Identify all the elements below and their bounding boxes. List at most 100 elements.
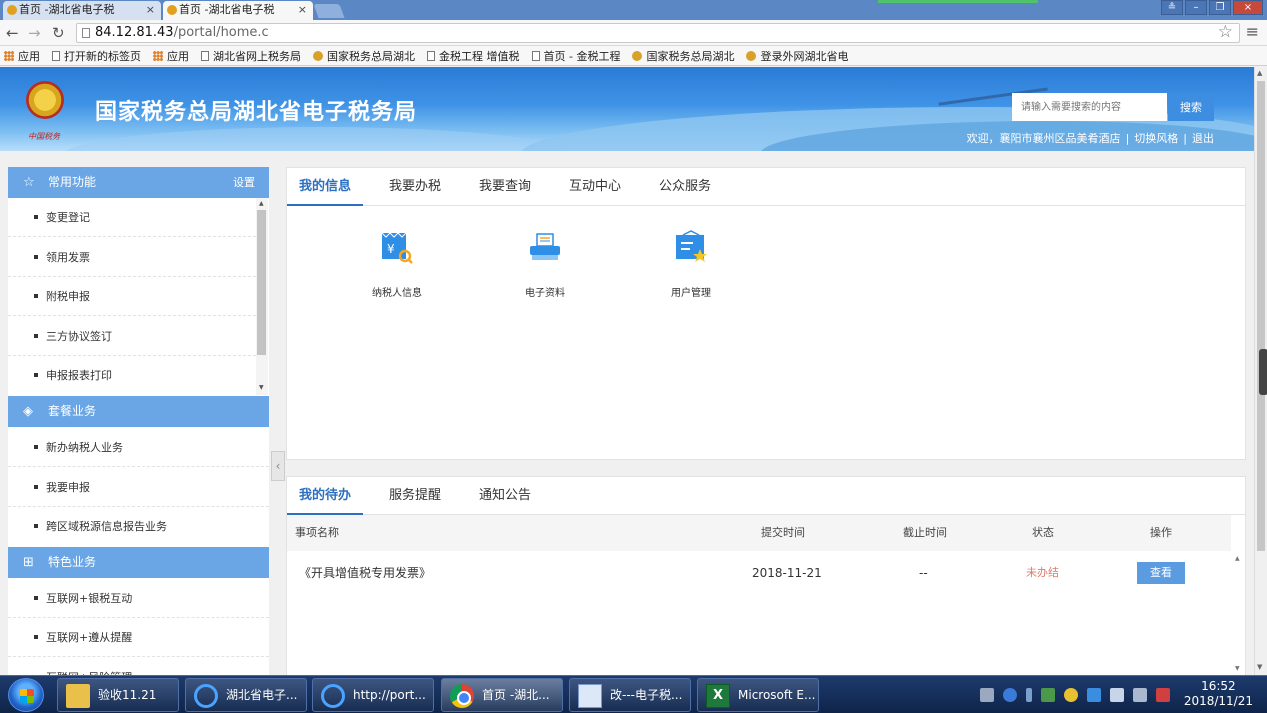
sidebar-item-report-print[interactable]: 申报报表打印 [8,356,256,395]
sidebar-item-compliance-reminder[interactable]: 互联网+遵从提醒 [8,618,269,657]
bookmark-item[interactable]: 国家税务总局湖北 [632,48,734,64]
menu-icon[interactable]: ≡ [1246,22,1259,41]
reload-icon[interactable]: ↻ [52,24,65,42]
sidebar-item-cross-region-report[interactable]: 跨区域税源信息报告业务 [8,507,269,546]
tab-public-service[interactable]: 公众服务 [645,168,725,206]
minimize-icon[interactable]: – [1185,0,1207,15]
taskbar-item-excel[interactable]: X Microsoft E... [697,678,819,712]
back-icon[interactable]: ← [6,24,19,42]
bookmark-item[interactable]: 金税工程 增值税 [427,48,520,64]
search-input[interactable] [1012,93,1167,121]
start-button[interactable] [8,678,44,712]
keyboard-icon[interactable] [980,688,994,702]
view-button[interactable]: 查看 [1137,562,1185,584]
settings-link[interactable]: 设置 [233,167,255,198]
switch-style-link[interactable]: 切换风格 [1134,132,1178,145]
svg-text:¥: ¥ [387,242,395,256]
scroll-up-icon[interactable]: ▲ [1235,555,1240,562]
tab-my-todo[interactable]: 我的待办 [287,477,363,515]
tab-tax-handling[interactable]: 我要办税 [375,168,455,206]
bookmark-item[interactable]: 首页 - 金税工程 [531,48,620,64]
sidebar-item-declare[interactable]: 我要申报 [8,468,269,507]
side-grip-handle[interactable] [1259,349,1267,395]
tab-my-info[interactable]: 我的信息 [287,168,363,206]
sidebar-item-new-taxpayer[interactable]: 新办纳税人业务 [8,428,269,467]
taskbar-item-chrome[interactable]: 首页 -湖北... [441,678,563,712]
url-input[interactable]: 84.12.81.43/portal/home.c [76,23,1240,43]
flag-icon[interactable] [1156,688,1170,702]
scroll-up-icon[interactable]: ▲ [1257,69,1262,77]
sidebar-item-tripartite-agreement[interactable]: 三方协议签订 [8,317,256,356]
page-scrollbar[interactable]: ▲ ▼ [1254,67,1267,675]
taskbar-item-folder[interactable]: 验收11.21 [57,678,179,712]
new-tab-button[interactable] [313,4,345,18]
sidebar-section-common[interactable]: ☆ 常用功能 设置 [8,167,269,198]
sidebar-item-surtax-declaration[interactable]: 附税申报 [8,277,256,316]
app-label[interactable]: 用户管理 [651,284,731,299]
scrollbar-thumb[interactable] [257,210,266,355]
sidebar-section-package[interactable]: ◈ 套餐业务 [8,396,269,427]
scroll-down-icon[interactable]: ▼ [259,384,264,391]
sidebar-item-risk-management[interactable]: 互联网+风险管理 [8,658,269,675]
e-document-icon[interactable] [527,229,563,265]
scroll-down-icon[interactable]: ▼ [1257,663,1262,671]
volume-icon[interactable] [1110,688,1124,702]
restore-icon[interactable]: ❐ [1209,0,1231,15]
bookmark-item[interactable]: 应用 [4,48,40,64]
apps-icon [153,50,163,61]
taskbar-item-word[interactable]: 改---电子税... [569,678,691,712]
collapse-sidebar-button[interactable]: ‹ [271,451,285,481]
shield-icon[interactable] [1087,688,1101,702]
page-icon [427,50,435,61]
bookmark-item[interactable]: 国家税务总局湖北 [313,48,415,64]
scrollbar-thumb[interactable] [1257,81,1265,551]
taskbar-item-ie-1[interactable]: 湖北省电子... [185,678,307,712]
help-icon[interactable] [1003,688,1017,702]
tab-service-reminder[interactable]: 服务提醒 [375,477,455,515]
sidebar-item-bank-tax-interaction[interactable]: 互联网+银税互动 [8,579,269,618]
window-close-icon[interactable]: × [1233,0,1263,15]
bookmark-star-icon[interactable]: ☆ [1218,22,1233,42]
scroll-down-icon[interactable]: ▼ [1235,665,1240,672]
browser-tab-2[interactable]: 首页 -湖北省电子税 × [163,1,313,20]
scroll-up-icon[interactable]: ▲ [259,200,264,207]
app-label[interactable]: 电子资料 [505,284,585,299]
sidebar-scrollbar[interactable]: ▲ ▼ [256,198,268,395]
taskbar-item-ie-2[interactable]: http://port... [312,678,434,712]
bookmark-item[interactable]: 应用 [153,48,189,64]
display-icon[interactable] [1133,688,1147,702]
close-tab-icon[interactable]: × [298,1,307,19]
clock[interactable]: 16:52 2018/11/21 [1184,679,1253,709]
tab-notice[interactable]: 通知公告 [465,477,545,515]
network-status-icon[interactable] [1064,688,1078,702]
clock-time: 16:52 [1201,679,1236,693]
taxpayer-info-icon[interactable]: ¥ [379,229,415,265]
page-icon [531,50,540,61]
user-icon[interactable]: ≗ [1161,0,1183,15]
todo-scrollbar[interactable]: ▲ ▼ [1233,553,1245,675]
logout-link[interactable]: 退出 [1192,132,1214,145]
sidebar-section-featured[interactable]: ⊞ 特色业务 [8,547,269,578]
sidebar-item-invoice-collection[interactable]: 领用发票 [8,238,256,277]
bookmark-item[interactable]: 登录外网湖北省电 [746,48,848,64]
page-icon [82,28,90,38]
bookmark-item[interactable]: 打开新的标签页 [52,48,141,64]
forward-icon[interactable]: → [28,24,41,42]
user-management-icon[interactable] [673,229,709,265]
site-title: 国家税务总局湖北省电子税务局 [95,100,418,125]
close-tab-icon[interactable]: × [146,1,155,19]
security-icon[interactable] [1041,688,1055,702]
window-controls: ≗ – ❐ × [1159,0,1263,16]
sidebar-item-change-registration[interactable]: 变更登记 [8,198,256,237]
browser-tab-1[interactable]: 首页 -湖北省电子税 × [3,1,161,20]
app-label[interactable]: 纳税人信息 [357,284,437,299]
bookmark-item[interactable]: 湖北省网上税务局 [201,48,301,64]
todo-panel: 我的待办 服务提醒 通知公告 事项名称 提交时间 截止时间 状态 操作 《开具增… [286,476,1246,675]
tab-query[interactable]: 我要查询 [465,168,545,206]
search-button[interactable]: 搜索 [1168,93,1214,121]
bookmarks-bar: 应用 打开新的标签页 应用 湖北省网上税务局 国家税务总局湖北 金税工程 增值税… [0,46,1267,66]
emblem-icon [746,50,757,61]
tab-interaction-center[interactable]: 互动中心 [555,168,635,206]
url-host: 84.12.81.43 [95,25,174,40]
pen-icon[interactable] [1026,688,1032,702]
